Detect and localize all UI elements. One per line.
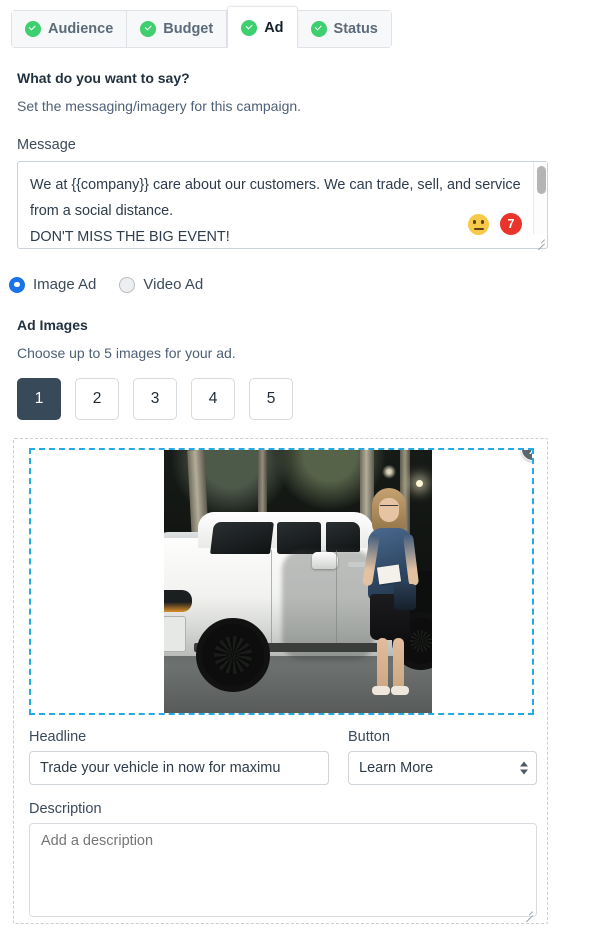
remove-image-button[interactable]: x — [521, 450, 532, 461]
message-field-wrapper: We at {{company}} care about our custome… — [17, 161, 548, 249]
description-input[interactable] — [29, 823, 537, 917]
tab-label: Audience — [48, 21, 114, 37]
headline-group: Headline — [29, 729, 329, 785]
section-title: What do you want to say? — [17, 70, 190, 86]
radio-unselected-icon — [119, 276, 136, 293]
image-slot-selector: 1 2 3 4 5 — [17, 378, 293, 420]
image-slot-5[interactable]: 5 — [249, 378, 293, 420]
button-select[interactable]: Learn More — [348, 751, 537, 785]
image-slot-2[interactable]: 2 — [75, 378, 119, 420]
char-count-badge: 7 — [500, 213, 522, 235]
button-select-wrapper: Learn More — [348, 751, 537, 785]
tab-label: Ad — [264, 19, 284, 36]
message-label: Message — [17, 137, 76, 153]
button-group: Button Learn More — [348, 729, 537, 785]
image-slot-3[interactable]: 3 — [133, 378, 177, 420]
ad-image-preview — [164, 450, 432, 713]
radio-label: Image Ad — [33, 276, 97, 293]
image-slot-1[interactable]: 1 — [17, 378, 61, 420]
ad-creative-card: x — [13, 438, 548, 924]
headline-label: Headline — [29, 729, 87, 745]
scrollbar-thumb[interactable] — [536, 166, 546, 194]
radio-video-ad[interactable]: Video Ad — [119, 276, 203, 293]
ad-images-subtitle: Choose up to 5 images for your ad. — [17, 345, 236, 361]
message-input[interactable]: We at {{company}} care about our custome… — [17, 161, 548, 249]
radio-image-ad[interactable]: Image Ad — [9, 276, 96, 293]
ad-images-title: Ad Images — [17, 317, 88, 333]
description-label: Description — [29, 801, 102, 817]
headline-input[interactable] — [29, 751, 329, 785]
image-dropzone[interactable]: x — [29, 448, 534, 715]
message-scrollbar[interactable] — [533, 162, 547, 234]
neutral-face-emoji-icon[interactable] — [468, 213, 489, 235]
tab-audience[interactable]: Audience — [12, 11, 128, 47]
tab-label: Status — [333, 21, 378, 37]
creative-fields-row: Headline Button Learn More — [29, 729, 537, 785]
image-slot-4[interactable]: 4 — [191, 378, 235, 420]
tab-ad[interactable]: Ad — [227, 6, 298, 48]
tab-label: Budget — [163, 21, 214, 37]
description-wrapper — [29, 823, 537, 922]
description-group: Description — [29, 801, 537, 922]
section-subtitle: Set the messaging/imagery for this campa… — [17, 98, 302, 114]
check-circle-icon — [310, 21, 327, 37]
tab-budget[interactable]: Budget — [127, 11, 228, 47]
tab-status[interactable]: Status — [297, 11, 391, 47]
radio-selected-icon — [9, 276, 25, 293]
select-stepper-icon — [520, 761, 528, 775]
wizard-tabbar: Audience Budget Ad Status — [11, 6, 392, 48]
button-label: Button — [348, 729, 390, 745]
check-circle-icon — [241, 19, 258, 36]
message-indicators: 7 — [468, 213, 522, 235]
check-circle-icon — [140, 21, 157, 37]
check-circle-icon — [25, 21, 41, 37]
radio-label: Video Ad — [143, 276, 204, 293]
ad-type-radio-group: Image Ad Video Ad — [9, 276, 226, 293]
resize-handle-icon[interactable] — [533, 234, 546, 247]
